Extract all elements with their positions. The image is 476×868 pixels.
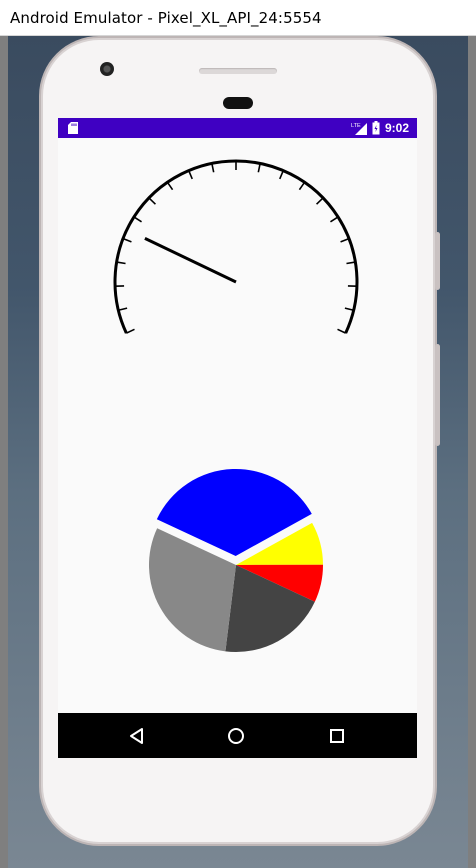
emulator-window: Android Emulator - Pixel_XL_API_24:5554 …: [0, 0, 476, 868]
window-border-left: [0, 36, 8, 868]
back-icon[interactable]: [126, 725, 148, 747]
network-label: LTE: [351, 123, 361, 129]
home-icon[interactable]: [225, 725, 247, 747]
status-time: 9:02: [384, 121, 409, 135]
gauge-tick: [166, 181, 174, 191]
gauge-tick: [187, 170, 193, 180]
gauge-tick: [337, 328, 347, 334]
gauge-tick: [125, 328, 135, 334]
volume-button[interactable]: [435, 344, 440, 446]
gauge-tick: [211, 163, 215, 173]
window-titlebar[interactable]: Android Emulator - Pixel_XL_API_24:5554: [0, 0, 476, 36]
gauge-arc: [113, 159, 359, 334]
pie-chart: [149, 469, 324, 652]
gauge-tick: [148, 197, 156, 205]
gauge-tick: [340, 237, 350, 243]
gauge-tick: [316, 197, 324, 205]
battery-icon: [372, 121, 380, 135]
gauge-tick: [257, 163, 261, 173]
lte-signal-icon: LTE: [351, 123, 367, 135]
gauge-tick: [279, 170, 285, 180]
window-title: Android Emulator - Pixel_XL_API_24:5554: [10, 9, 322, 27]
sd-card-icon: [68, 122, 78, 134]
power-button[interactable]: [435, 232, 440, 290]
gauge-dial: [113, 159, 359, 334]
gauge-tick: [344, 307, 354, 312]
device-screen[interactable]: LTE 9:02: [58, 118, 417, 758]
gauge-tick: [133, 216, 142, 223]
front-camera: [100, 62, 114, 76]
recents-icon[interactable]: [326, 725, 348, 747]
gauge-tick: [122, 237, 132, 243]
gauge-tick: [346, 261, 356, 265]
gauge-needle: [144, 237, 237, 284]
window-border-right: [468, 36, 476, 868]
earpiece-speaker: [199, 68, 277, 74]
app-content: [58, 138, 417, 713]
gauge-tick: [298, 181, 306, 191]
navigation-bar: [58, 713, 417, 758]
proximity-sensor: [223, 97, 253, 109]
gauge-tick: [330, 216, 339, 223]
gauge-tick: [116, 261, 126, 265]
status-bar: LTE 9:02: [58, 118, 417, 138]
gauge-tick: [118, 307, 128, 312]
